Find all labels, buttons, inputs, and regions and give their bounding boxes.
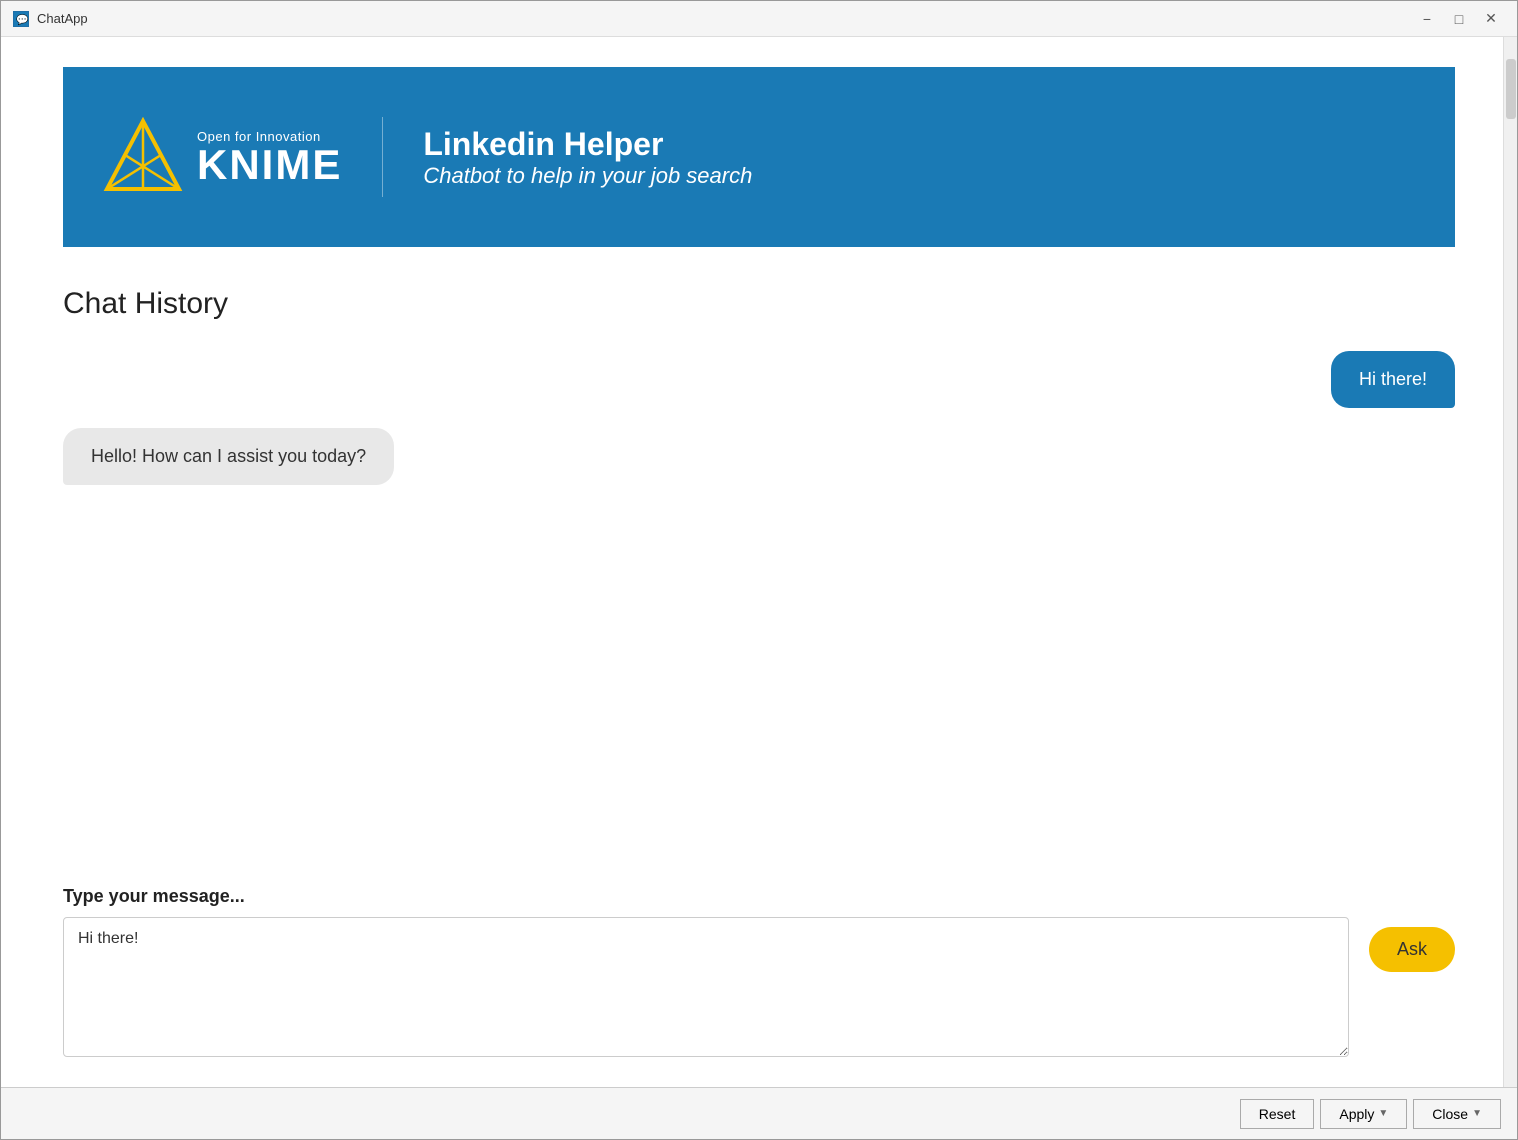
apply-dropdown-arrow[interactable]: ▼	[1378, 1108, 1388, 1119]
knime-text: Open for Innovation KNIME	[197, 129, 342, 186]
banner-subtitle: Chatbot to help in your job search	[423, 163, 752, 189]
chat-history-label: Chat History	[63, 287, 1455, 321]
apply-button[interactable]: Apply ▼	[1320, 1099, 1407, 1129]
banner: Open for Innovation KNIME Linkedin Helpe…	[63, 67, 1455, 247]
svg-text:💬: 💬	[16, 13, 28, 26]
bottom-bar: Reset Apply ▼ Close ▼	[1, 1087, 1517, 1139]
main-content: Open for Innovation KNIME Linkedin Helpe…	[3, 37, 1515, 1087]
banner-right: Linkedin Helper Chatbot to help in your …	[423, 126, 752, 189]
input-row: Hi there! Ask	[63, 917, 1455, 1057]
messages-container: Hi there! Hello! How can I assist you to…	[63, 351, 1455, 846]
bot-bubble: Hello! How can I assist you today?	[63, 428, 394, 485]
bot-message-text: Hello! How can I assist you today?	[91, 446, 366, 466]
input-section: Type your message... Hi there! Ask	[3, 866, 1515, 1087]
user-bubble: Hi there!	[1331, 351, 1455, 408]
close-button[interactable]: ✕	[1477, 8, 1505, 30]
user-message: Hi there!	[63, 351, 1455, 408]
input-label: Type your message...	[63, 886, 1455, 907]
chat-area: Chat History Hi there! Hello! How can I …	[3, 247, 1515, 866]
title-bar-left: 💬 ChatApp	[13, 11, 88, 27]
message-input[interactable]: Hi there!	[63, 917, 1349, 1057]
scrollbar-thumb[interactable]	[1506, 59, 1516, 119]
banner-title: Linkedin Helper	[423, 126, 752, 163]
banner-logo: Open for Innovation KNIME	[103, 117, 342, 197]
close-dropdown-arrow[interactable]: ▼	[1472, 1108, 1482, 1119]
maximize-button[interactable]: □	[1445, 8, 1473, 30]
scrollbar[interactable]	[1503, 37, 1517, 1087]
minimize-button[interactable]: −	[1413, 8, 1441, 30]
user-message-text: Hi there!	[1359, 369, 1427, 389]
window-controls: − □ ✕	[1413, 8, 1505, 30]
window-title: ChatApp	[37, 11, 88, 26]
knime-brand-name: KNIME	[197, 144, 342, 186]
app-window: 💬 ChatApp − □ ✕	[0, 0, 1518, 1140]
app-icon: 💬	[13, 11, 29, 27]
ask-button[interactable]: Ask	[1369, 927, 1455, 972]
title-bar: 💬 ChatApp − □ ✕	[1, 1, 1517, 37]
banner-divider	[382, 117, 383, 197]
reset-button[interactable]: Reset	[1240, 1099, 1315, 1129]
knime-logo-icon	[103, 117, 183, 197]
bot-message: Hello! How can I assist you today?	[63, 428, 1455, 485]
close-dialog-button[interactable]: Close ▼	[1413, 1099, 1501, 1129]
